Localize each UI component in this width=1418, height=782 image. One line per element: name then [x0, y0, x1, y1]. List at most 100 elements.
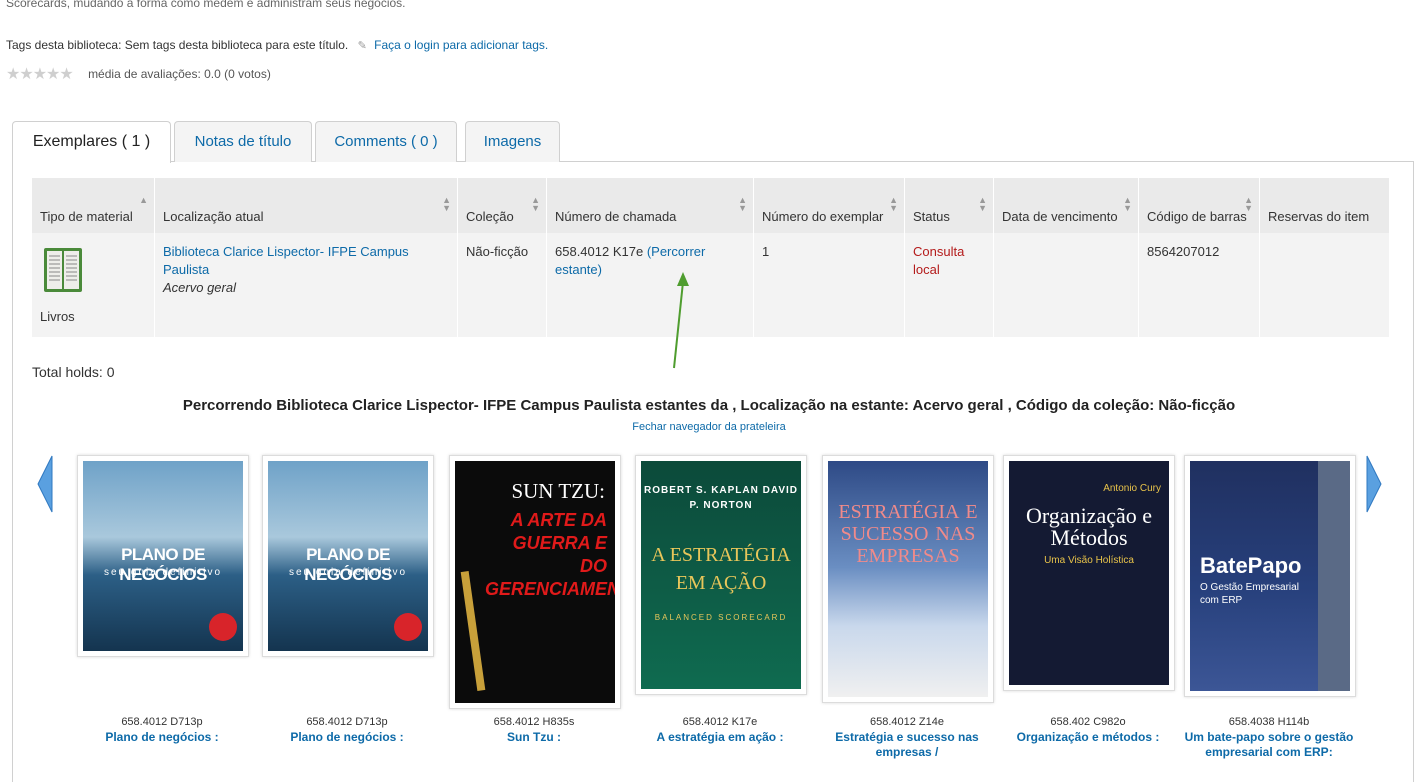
description-fragment: Scorecards, mudando a forma como medem e… [6, 0, 406, 10]
col-copy-number[interactable]: Número do exemplar ▲ ▼ [753, 178, 905, 233]
sort-icon: ▲ ▼ [1123, 195, 1132, 213]
cover-subtitle: seu guia definitivo [288, 567, 408, 578]
close-shelf-browser-anchor[interactable]: Fechar navegador da prateleira [632, 421, 785, 433]
col-status[interactable]: Status ▲ ▼ [904, 178, 994, 233]
book-cover-image: ROBERT S. KAPLAN DAVID P. NORTON A ESTRA… [641, 461, 801, 689]
tab-exemplares[interactable]: Exemplares ( 1 ) [12, 121, 171, 163]
cell-material-type: Livros [32, 233, 155, 337]
cover-subtitle: BALANCED SCORECARD [654, 613, 788, 622]
tags-label: Tags desta biblioteca: [6, 38, 122, 52]
tab-notas-de-titulo[interactable]: Notas de título [174, 121, 312, 162]
rating-stars-icon[interactable]: ★★★★★ [6, 66, 74, 83]
shelf-item-cover-frame[interactable]: PLANO DE NEGÓCIOS seu guia definitivo [77, 455, 249, 657]
book-cover-image: PLANO DE NEGÓCIOS seu guia definitivo [83, 461, 243, 651]
book-cover-image: ESTRATÉGIA E SUCESSO NAS EMPRESAS [828, 461, 988, 697]
shelf-next-arrow-icon[interactable] [1366, 455, 1382, 513]
table-row: Livros Biblioteca Clarice Lispector- IFP… [32, 233, 1390, 337]
shelf-item-title-link[interactable]: Estratégia e sucesso nas empresas / [822, 730, 992, 760]
shelf-item-title-link[interactable]: Organização e métodos : [1003, 730, 1173, 745]
cell-collection: Não-ficção [457, 233, 547, 337]
shelf-item-title-link[interactable]: Plano de negócios : [77, 730, 247, 745]
location-sub: Acervo geral [163, 280, 236, 295]
shelf-item-title-link[interactable]: Sun Tzu : [449, 730, 619, 745]
cover-subtitle: O Gestão Empresarial com ERP [1200, 582, 1299, 606]
cover-authors: ROBERT S. KAPLAN DAVID P. NORTON [643, 485, 799, 511]
login-to-add-tags-link[interactable]: Faça o login para adicionar tags. [374, 38, 548, 52]
holdings-table: Tipo de material ▲ Localização atual ▲ ▼ Co… [32, 178, 1390, 337]
col-material-type[interactable]: Tipo de material ▲ [32, 178, 155, 233]
shelf-item-cover-frame[interactable]: SUN TZU: A ARTE DA GUERRA E DO GERENCIAM… [449, 455, 621, 709]
cover-title: PLANO DE NEGÓCIOS [119, 545, 207, 584]
book-cover-image: Antonio Cury Organização e Métodos Uma V… [1009, 461, 1169, 685]
cover-subtitle: Uma Visão Holística [1044, 555, 1134, 566]
shelf-item-cover-frame[interactable]: ESTRATÉGIA E SUCESSO NAS EMPRESAS [822, 455, 994, 703]
cell-call-number: 658.4012 K17e (Percorrer estante) [546, 233, 754, 337]
col-call-number-label: Número de chamada [555, 209, 677, 224]
table-header-row: Tipo de material ▲ Localização atual ▲ ▼ Co… [32, 178, 1390, 233]
book-cover-image: PLANO DE NEGÓCIOS seu guia definitivo [268, 461, 428, 651]
shelf-item-title-link[interactable]: Um bate-papo sobre o gestão empresarial … [1184, 730, 1354, 760]
shelf-item-call-number: 658.402 C982o [1050, 716, 1126, 728]
cover-title: ESTRATÉGIA E SUCESSO NAS EMPRESAS [838, 501, 978, 567]
col-material-type-label: Tipo de material [40, 209, 133, 224]
status-text: Consulta local [913, 244, 965, 277]
tab-comments[interactable]: Comments ( 0 ) [315, 121, 457, 162]
sort-icon: ▲ ▼ [531, 195, 540, 213]
tags-line: Tags desta biblioteca: Sem tags desta bi… [6, 38, 548, 52]
col-barcode[interactable]: Código de barras ▲ ▼ [1138, 178, 1260, 233]
col-holds-label: Reservas do item [1268, 209, 1370, 224]
call-number: 658.4012 K17e [555, 244, 644, 259]
col-location[interactable]: Localização atual ▲ ▼ [154, 178, 458, 233]
shelf-browser-title: Percorrendo Biblioteca Clarice Lispector… [182, 397, 1236, 414]
tab-imagens[interactable]: Imagens [465, 121, 560, 162]
shelf-item-call-number: 658.4012 K17e [682, 716, 758, 728]
cover-title: Organização e Métodos [1025, 503, 1153, 550]
cover-title: BatePapo [1200, 553, 1302, 578]
shelf-item-cover-frame[interactable]: ROBERT S. KAPLAN DAVID P. NORTON A ESTRA… [635, 455, 807, 695]
tags-value: Sem tags desta biblioteca para este títu… [124, 38, 349, 52]
shelf-item-cover-frame[interactable]: PLANO DE NEGÓCIOS seu guia definitivo [262, 455, 434, 657]
shelf-item-call-number: 658.4012 H835s [493, 716, 575, 728]
shelf-item-call-number: 658.4012 D713p [121, 716, 203, 728]
sort-icon: ▲ ▼ [1244, 195, 1253, 213]
shelf-item-call-number: 658.4012 Z14e [869, 716, 944, 728]
sort-icon: ▲ ▼ [738, 195, 747, 213]
col-copy-number-label: Número do exemplar [762, 209, 884, 224]
shelf-item-cover-frame[interactable]: BatePapo O Gestão Empresarial com ERP [1184, 455, 1356, 697]
col-collection-label: Coleção [466, 209, 514, 224]
close-shelf-browser-link: Fechar navegador da prateleira [0, 421, 1418, 433]
col-collection[interactable]: Coleção ▲ ▼ [457, 178, 547, 233]
sort-asc-icon: ▲ [139, 195, 148, 205]
shelf-item-title-link[interactable]: Plano de negócios : [262, 730, 432, 745]
cover-subtitle: seu guia definitivo [103, 567, 223, 578]
sort-icon: ▲ ▼ [442, 195, 451, 213]
book-icon [44, 248, 82, 292]
annotation-arrow-icon [673, 272, 689, 369]
cell-barcode: 8564207012 [1138, 233, 1260, 337]
cover-subtitle: A ARTE DA GUERRA E DO GERENCIAMENTO [485, 510, 615, 599]
cell-copy-number: 1 [753, 233, 905, 337]
shelf-item-cover-frame[interactable]: Antonio Cury Organização e Métodos Uma V… [1003, 455, 1175, 691]
cell-status: Consulta local [904, 233, 994, 337]
cover-title: PLANO DE NEGÓCIOS [304, 545, 392, 584]
rating-text: média de avaliações: 0.0 (0 votos) [88, 67, 271, 81]
cover-title: A ESTRATÉGIA EM AÇÃO [651, 544, 791, 594]
col-due-date[interactable]: Data de vencimento ▲ ▼ [993, 178, 1139, 233]
shelf-item-title-link[interactable]: A estratégia em ação : [635, 730, 805, 745]
col-due-date-label: Data de vencimento [1002, 209, 1118, 224]
col-status-label: Status [913, 209, 950, 224]
book-cover-image: BatePapo O Gestão Empresarial com ERP [1190, 461, 1350, 691]
shelf-previous-arrow-icon[interactable] [37, 455, 53, 513]
material-type-label: Livros [40, 309, 75, 324]
sort-icon: ▲ ▼ [978, 195, 987, 213]
cover-badge [209, 613, 237, 641]
cover-author: Antonio Cury [1103, 483, 1161, 494]
shelf-item-call-number: 658.4012 D713p [306, 716, 388, 728]
book-cover-image: SUN TZU: A ARTE DA GUERRA E DO GERENCIAM… [455, 461, 615, 703]
sort-icon: ▲ ▼ [889, 195, 898, 213]
col-holds[interactable]: Reservas do item [1259, 178, 1390, 233]
cover-badge [394, 613, 422, 641]
cover-title: SUN TZU: [511, 479, 605, 503]
col-call-number[interactable]: Número de chamada ▲ ▼ [546, 178, 754, 233]
location-link[interactable]: Biblioteca Clarice Lispector- IFPE Campu… [163, 244, 409, 277]
